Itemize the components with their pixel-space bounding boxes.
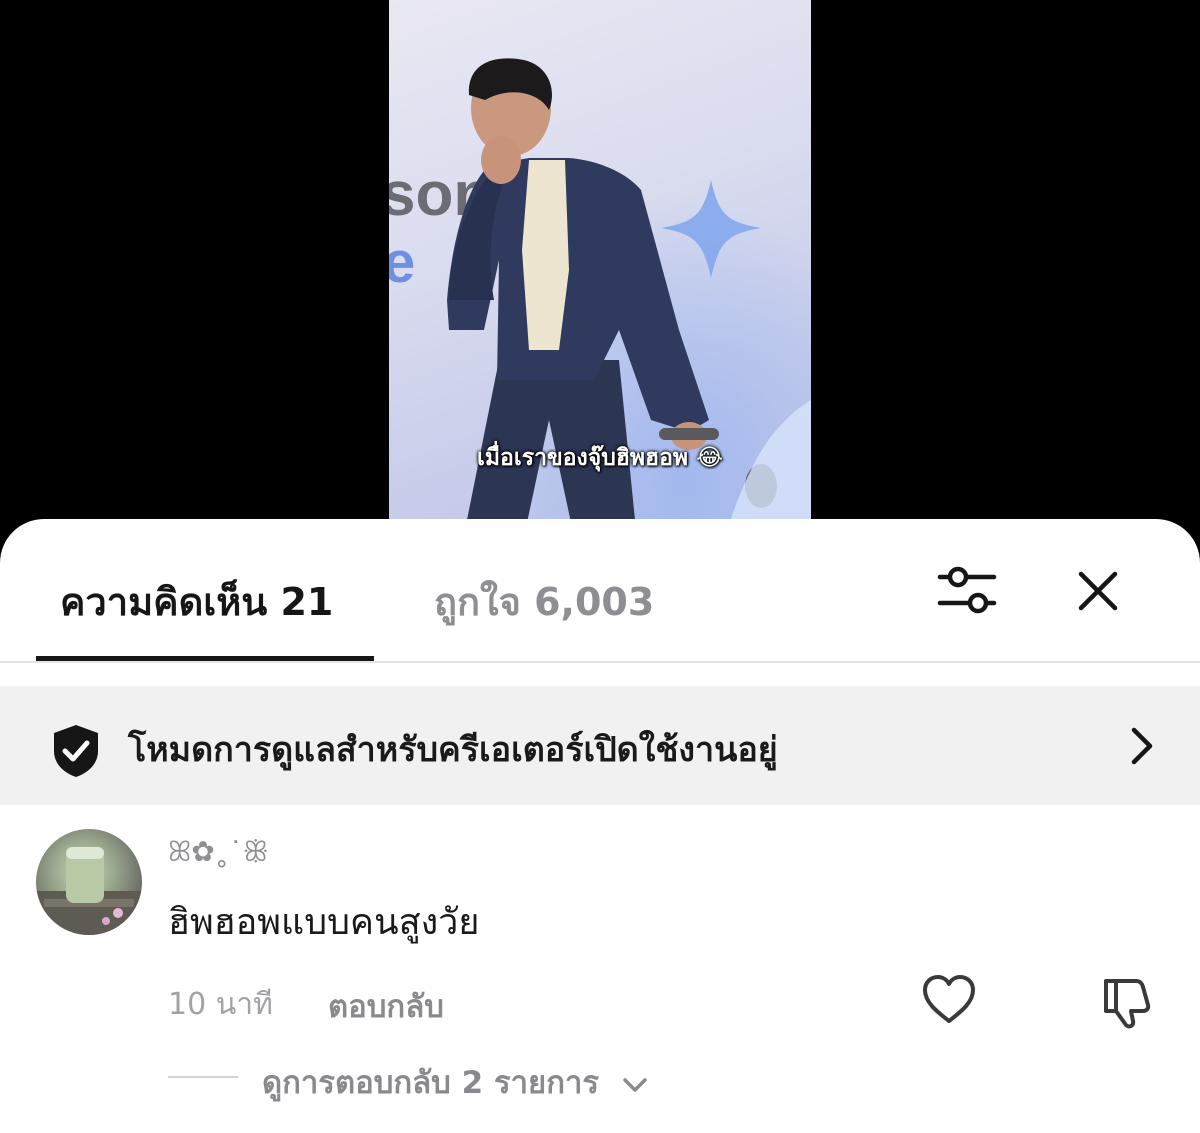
video-frame[interactable]: son e เมื่อเราของจุ๊บฮิพฮอพ 😂 [389,0,811,560]
chevron-right-icon [1131,727,1153,765]
comment-username[interactable]: ꕤ✿˳˙ꕥ [168,835,269,869]
view-replies-label: ดูการตอบกลับ 2 รายการ [262,1065,600,1101]
reply-button[interactable]: ตอบกลับ [328,981,444,1031]
sheet-tabs: ความคิดเห็น 21 ถูกใจ 6,003 [0,519,1200,661]
like-button[interactable] [920,973,978,1027]
backdrop-text-2: e [389,230,415,295]
heart-icon [923,975,975,1023]
tab-comments[interactable]: ความคิดเห็น 21 [60,571,333,632]
avatar-image [36,847,142,935]
comments-sheet: ความคิดเห็น 21 ถูกใจ 6,003 โหมดการดูแลสำ… [0,519,1200,1133]
comment-timestamp: 10 นาที [168,987,273,1022]
dislike-button[interactable] [1098,973,1156,1031]
close-button[interactable] [1072,565,1124,617]
avatar[interactable] [36,829,142,935]
video-caption: เมื่อเราของจุ๊บฮิพฮอพ 😂 [389,440,811,476]
video-player[interactable]: son e เมื่อเราของจุ๊บฮิพฮอพ 😂 [0,0,1200,560]
laughing-emoji-icon: 😂 [696,445,723,471]
replies-divider [168,1076,238,1078]
close-icon [1078,571,1118,611]
video-still-image: son e [389,0,811,560]
shield-check-icon [54,725,98,777]
thumbs-down-icon [1104,979,1151,1029]
sliders-icon [937,566,997,614]
comment-item: ꕤ✿˳˙ꕥ ฮิพฮอพแบบคนสูงวัย 10 นาที ตอบกลับ … [0,825,1200,1125]
banner-text: โหมดการดูแลสำหรับครีเอเตอร์เปิดใช้งานอยู… [128,730,778,770]
creator-care-mode-banner[interactable]: โหมดการดูแลสำหรับครีเอเตอร์เปิดใช้งานอยู… [0,686,1200,805]
video-caption-text: เมื่อเราของจุ๊บฮิพฮอพ [477,445,689,471]
filter-button[interactable] [936,563,998,619]
tabs-divider [0,661,1200,663]
tab-likes[interactable]: ถูกใจ 6,003 [434,571,654,632]
comment-text: ฮิพฮอพแบบคนสูงวัย [168,902,480,943]
chevron-down-icon [623,1077,647,1092]
view-replies-button[interactable]: ดูการตอบกลับ 2 รายการ [262,1057,648,1107]
